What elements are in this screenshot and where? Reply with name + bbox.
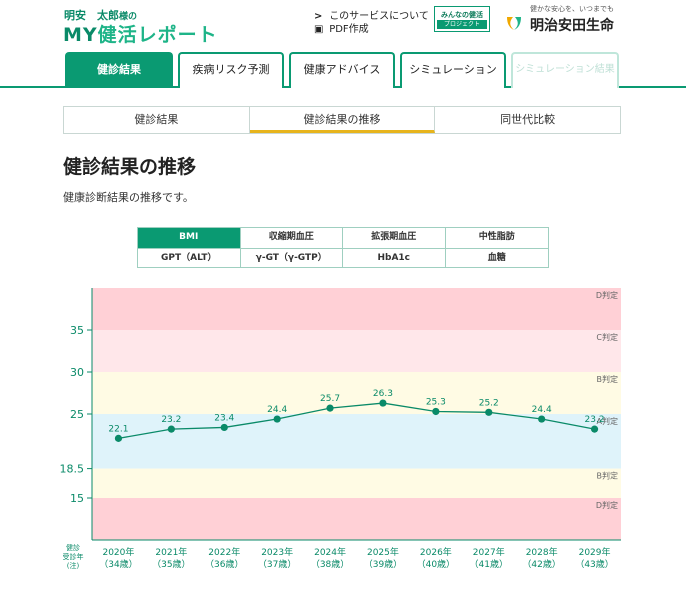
band-label: C判定 <box>596 332 618 342</box>
brand-logo[interactable]: MY健活レポート <box>63 20 218 47</box>
x-axis-caption: 受診年 <box>63 552 84 561</box>
x-age-label: （38歳） <box>311 558 349 570</box>
x-tick-label: 2028年 <box>526 546 558 558</box>
brand-name: 健活レポート <box>97 24 218 46</box>
judgement-band <box>92 498 621 540</box>
x-age-label: （36歳） <box>205 558 243 570</box>
y-tick-label: 25 <box>70 408 84 421</box>
data-label: 22.1 <box>108 424 128 434</box>
metric-blood-sugar[interactable]: 血糖 <box>446 249 549 268</box>
subtab-results-trend[interactable]: 健診結果の推移 <box>249 107 436 133</box>
x-age-label: （34歳） <box>99 558 137 570</box>
x-tick-label: 2025年 <box>367 546 399 558</box>
minna-title: みんなの健活 <box>441 11 483 19</box>
x-axis-caption: (注) <box>67 561 80 570</box>
tab-checkup-results[interactable]: 健診結果 <box>65 52 173 88</box>
chart-svg: D判定C判定B判定A判定B判定D判定1518.52530352020年（34歳）… <box>60 288 621 570</box>
minna-subtitle: プロジェクト <box>437 20 487 29</box>
company-name: 明治安田生命 <box>530 18 614 34</box>
pdf-create-link[interactable]: ▣ PDF作成 <box>314 20 369 35</box>
data-point <box>326 404 334 412</box>
metric-ggt[interactable]: γ-GT（γ-GTP） <box>241 249 343 268</box>
data-label: 26.3 <box>373 389 393 399</box>
x-age-label: （35歳） <box>152 558 190 570</box>
header: 明安 太郎様の MY健活レポート > このサービスについて ▣ PDF作成 みん… <box>0 0 686 48</box>
band-label: B判定 <box>597 374 619 384</box>
bmi-trend-chart: D判定 C判定 B判定 A判定 B判定 D判定 15 18.5 25 30 35 2020年 （34歳）… <box>0 280 686 600</box>
printer-icon: ▣ <box>314 24 324 35</box>
x-age-label: （41歳） <box>470 558 508 570</box>
company-logo: 健かな安心を、いつまでも 明治安田生命 <box>504 4 624 34</box>
y-tick-label: 30 <box>70 366 84 379</box>
y-tick-label: 35 <box>70 324 84 337</box>
metric-selector: BMI 収縮期血圧 拡張期血圧 中性脂肪 GPT（ALT） γ-GT（γ-GTP… <box>137 227 549 268</box>
page-description: 健康診断結果の推移です。 <box>63 191 194 204</box>
metric-gpt[interactable]: GPT（ALT） <box>138 249 241 268</box>
band-label: D判定 <box>596 500 618 510</box>
metric-diastolic-bp[interactable]: 拡張期血圧 <box>343 228 446 248</box>
data-label: 24.4 <box>532 405 552 415</box>
data-point <box>167 425 175 433</box>
x-age-label: （43歳） <box>575 558 613 570</box>
brand-my: MY <box>63 24 98 46</box>
data-point <box>379 399 387 407</box>
data-point <box>590 425 599 433</box>
data-label: 25.2 <box>479 398 499 408</box>
metric-bmi[interactable]: BMI <box>138 228 241 248</box>
band-label: B判定 <box>597 471 619 481</box>
y-tick-label: 18.5 <box>60 463 85 476</box>
metric-systolic-bp[interactable]: 収縮期血圧 <box>241 228 343 248</box>
data-label: 24.4 <box>267 405 287 415</box>
x-tick-label: 2029年 <box>579 546 611 558</box>
x-axis-caption: 健診 <box>66 543 80 552</box>
data-label: 23.2 <box>161 415 181 425</box>
metric-row: GPT（ALT） γ-GT（γ-GTP） HbA1c 血糖 <box>138 248 548 268</box>
subtab-peer-comparison[interactable]: 同世代比較 <box>435 107 620 133</box>
tab-health-advice[interactable]: 健康アドバイス <box>289 52 395 88</box>
data-label: 23.4 <box>214 413 234 423</box>
data-point <box>538 415 546 423</box>
subtab-checkup-results[interactable]: 健診結果 <box>64 107 250 133</box>
main-tab-bar: 健診結果 疾病リスク予測 健康アドバイス シミュレーション シミュレーション結果 <box>0 50 686 88</box>
data-point <box>220 423 228 432</box>
judgement-band <box>92 288 621 330</box>
x-tick-label: 2022年 <box>208 546 240 558</box>
pdf-create-label: PDF作成 <box>329 24 369 35</box>
x-tick-label: 2027年 <box>473 546 505 558</box>
company-tagline: 健かな安心を、いつまでも <box>530 5 614 13</box>
data-point <box>485 408 493 416</box>
data-point <box>114 434 123 442</box>
data-label: 23.2 <box>585 415 605 425</box>
x-tick-label: 2023年 <box>261 546 293 558</box>
y-tick-label: 15 <box>70 492 84 505</box>
data-point <box>273 415 281 423</box>
data-point <box>432 407 440 416</box>
judgement-band <box>92 468 621 498</box>
tab-simulation[interactable]: シミュレーション <box>400 52 506 88</box>
metric-row: BMI 収縮期血圧 拡張期血圧 中性脂肪 <box>138 228 548 248</box>
company-mark-icon <box>507 17 521 30</box>
band-label: D判定 <box>596 290 618 300</box>
data-label: 25.7 <box>320 394 340 404</box>
page-title: 健診結果の推移 <box>63 156 197 178</box>
x-age-label: （37歳） <box>258 558 296 570</box>
tab-disease-risk[interactable]: 疾病リスク予測 <box>178 52 284 88</box>
x-age-label: （39歳） <box>364 558 402 570</box>
x-tick-label: 2026年 <box>420 546 452 558</box>
minna-kenkatsu-banner[interactable]: みんなの健活 プロジェクト <box>434 6 490 32</box>
x-age-label: （40歳） <box>417 558 455 570</box>
judgement-band <box>92 330 621 372</box>
data-label: 25.3 <box>426 397 446 407</box>
tab-simulation-results: シミュレーション結果 <box>511 52 619 88</box>
x-tick-label: 2021年 <box>155 546 187 558</box>
x-tick-label: 2024年 <box>314 546 346 558</box>
metric-triglycerides[interactable]: 中性脂肪 <box>446 228 549 248</box>
x-tick-label: 2020年 <box>102 546 134 558</box>
sub-tab-bar: 健診結果 健診結果の推移 同世代比較 <box>63 106 621 134</box>
metric-hba1c[interactable]: HbA1c <box>343 249 446 268</box>
x-age-label: （42歳） <box>522 558 560 570</box>
